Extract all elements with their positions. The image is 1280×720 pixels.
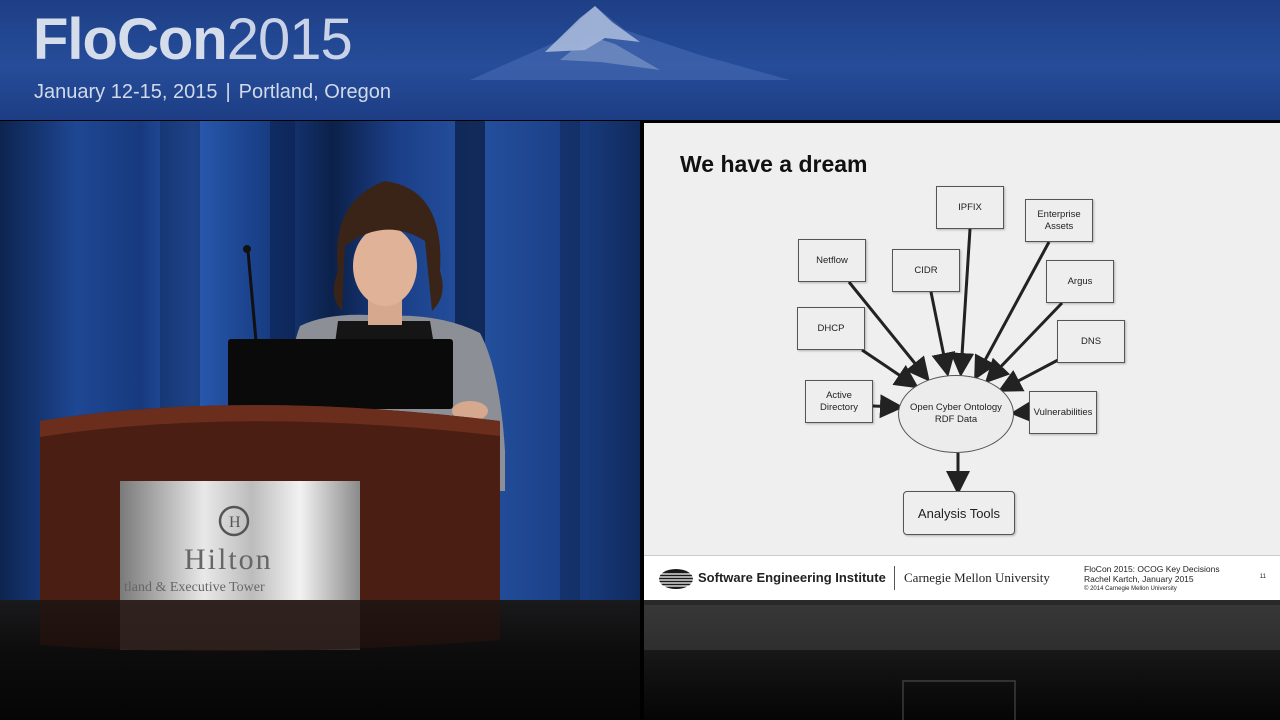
conference-banner: FloCon2015 January 12-15, 2015 | Portland,… xyxy=(0,0,1280,120)
source-dhcp: DHCP xyxy=(797,307,865,350)
source-cidr: CIDR xyxy=(892,249,960,292)
ad-label-line1: Active xyxy=(826,389,852,401)
podium-sign-name: Hilton xyxy=(184,543,273,576)
slide-footer: Software Engineering Institute Carnegie … xyxy=(644,555,1280,600)
footer-talk-info: FloCon 2015: OCOG Key Decisions Rachel K… xyxy=(1084,564,1220,594)
ad-label-line2: Directory xyxy=(819,401,858,413)
source-vulnerabilities: Vulnerabilities xyxy=(1029,391,1097,434)
svg-text:H: H xyxy=(229,514,241,531)
analysis-tools-node: Analysis Tools xyxy=(903,491,1015,535)
podium-sign-subtitle: tland & Executive Tower xyxy=(124,580,265,595)
conference-logo: FloCon2015 xyxy=(33,6,353,73)
slide-reflection-mirror xyxy=(644,600,1280,720)
footer-speaker: Rachel Kartch, January 2015 xyxy=(1084,574,1194,584)
slide-reflection xyxy=(644,600,1280,720)
footer-copyright: © 2014 Carnegie Mellon University xyxy=(1084,586,1177,592)
source-argus: Argus xyxy=(1046,260,1114,303)
conference-dates: January 12-15, 2015 xyxy=(34,81,218,103)
logo-name: FloCon xyxy=(33,7,228,72)
conference-tagline: January 12-15, 2015 | Portland, Oregon xyxy=(34,81,391,104)
cmu-name: Carnegie Mellon University xyxy=(904,570,1050,585)
center-label-line2: RDF Data xyxy=(934,414,978,425)
footer-talk-title: FloCon 2015: OCOG Key Decisions xyxy=(1084,564,1220,574)
source-ipfix: IPFIX xyxy=(936,186,1004,229)
slide-footer-reflection xyxy=(644,605,1280,720)
presentation-slide: We have a dream Netflow IPFIX Enterprise… xyxy=(644,123,1280,600)
speaker-video: H Hilton tland & Executive Tower xyxy=(0,121,640,600)
center-label-line1: Open Cyber Ontology xyxy=(910,402,1002,413)
podium-reflection xyxy=(40,600,500,652)
tagline-separator: | xyxy=(225,81,231,103)
footer-divider xyxy=(894,566,895,590)
slide-page-number: 11 xyxy=(1259,574,1266,580)
enterprise-label-line1: Enterprise xyxy=(1037,208,1081,220)
logo-year: 2015 xyxy=(226,7,353,72)
speaker-scene: H Hilton tland & Executive Tower xyxy=(40,121,580,600)
enterprise-label-line2: Assets xyxy=(1044,220,1074,232)
sei-name: Software Engineering Institute xyxy=(698,570,886,585)
conference-location: Portland, Oregon xyxy=(238,81,391,103)
stage-floor-reflection xyxy=(0,600,640,720)
source-enterprise-assets: Enterprise Assets xyxy=(1025,199,1093,242)
source-netflow: Netflow xyxy=(798,239,866,282)
open-cyber-ontology-node: Open Cyber Ontology RDF Data xyxy=(898,375,1014,453)
source-active-directory: Active Directory xyxy=(805,380,873,423)
source-dns: DNS xyxy=(1057,320,1125,363)
sei-logo-icon xyxy=(659,569,693,589)
